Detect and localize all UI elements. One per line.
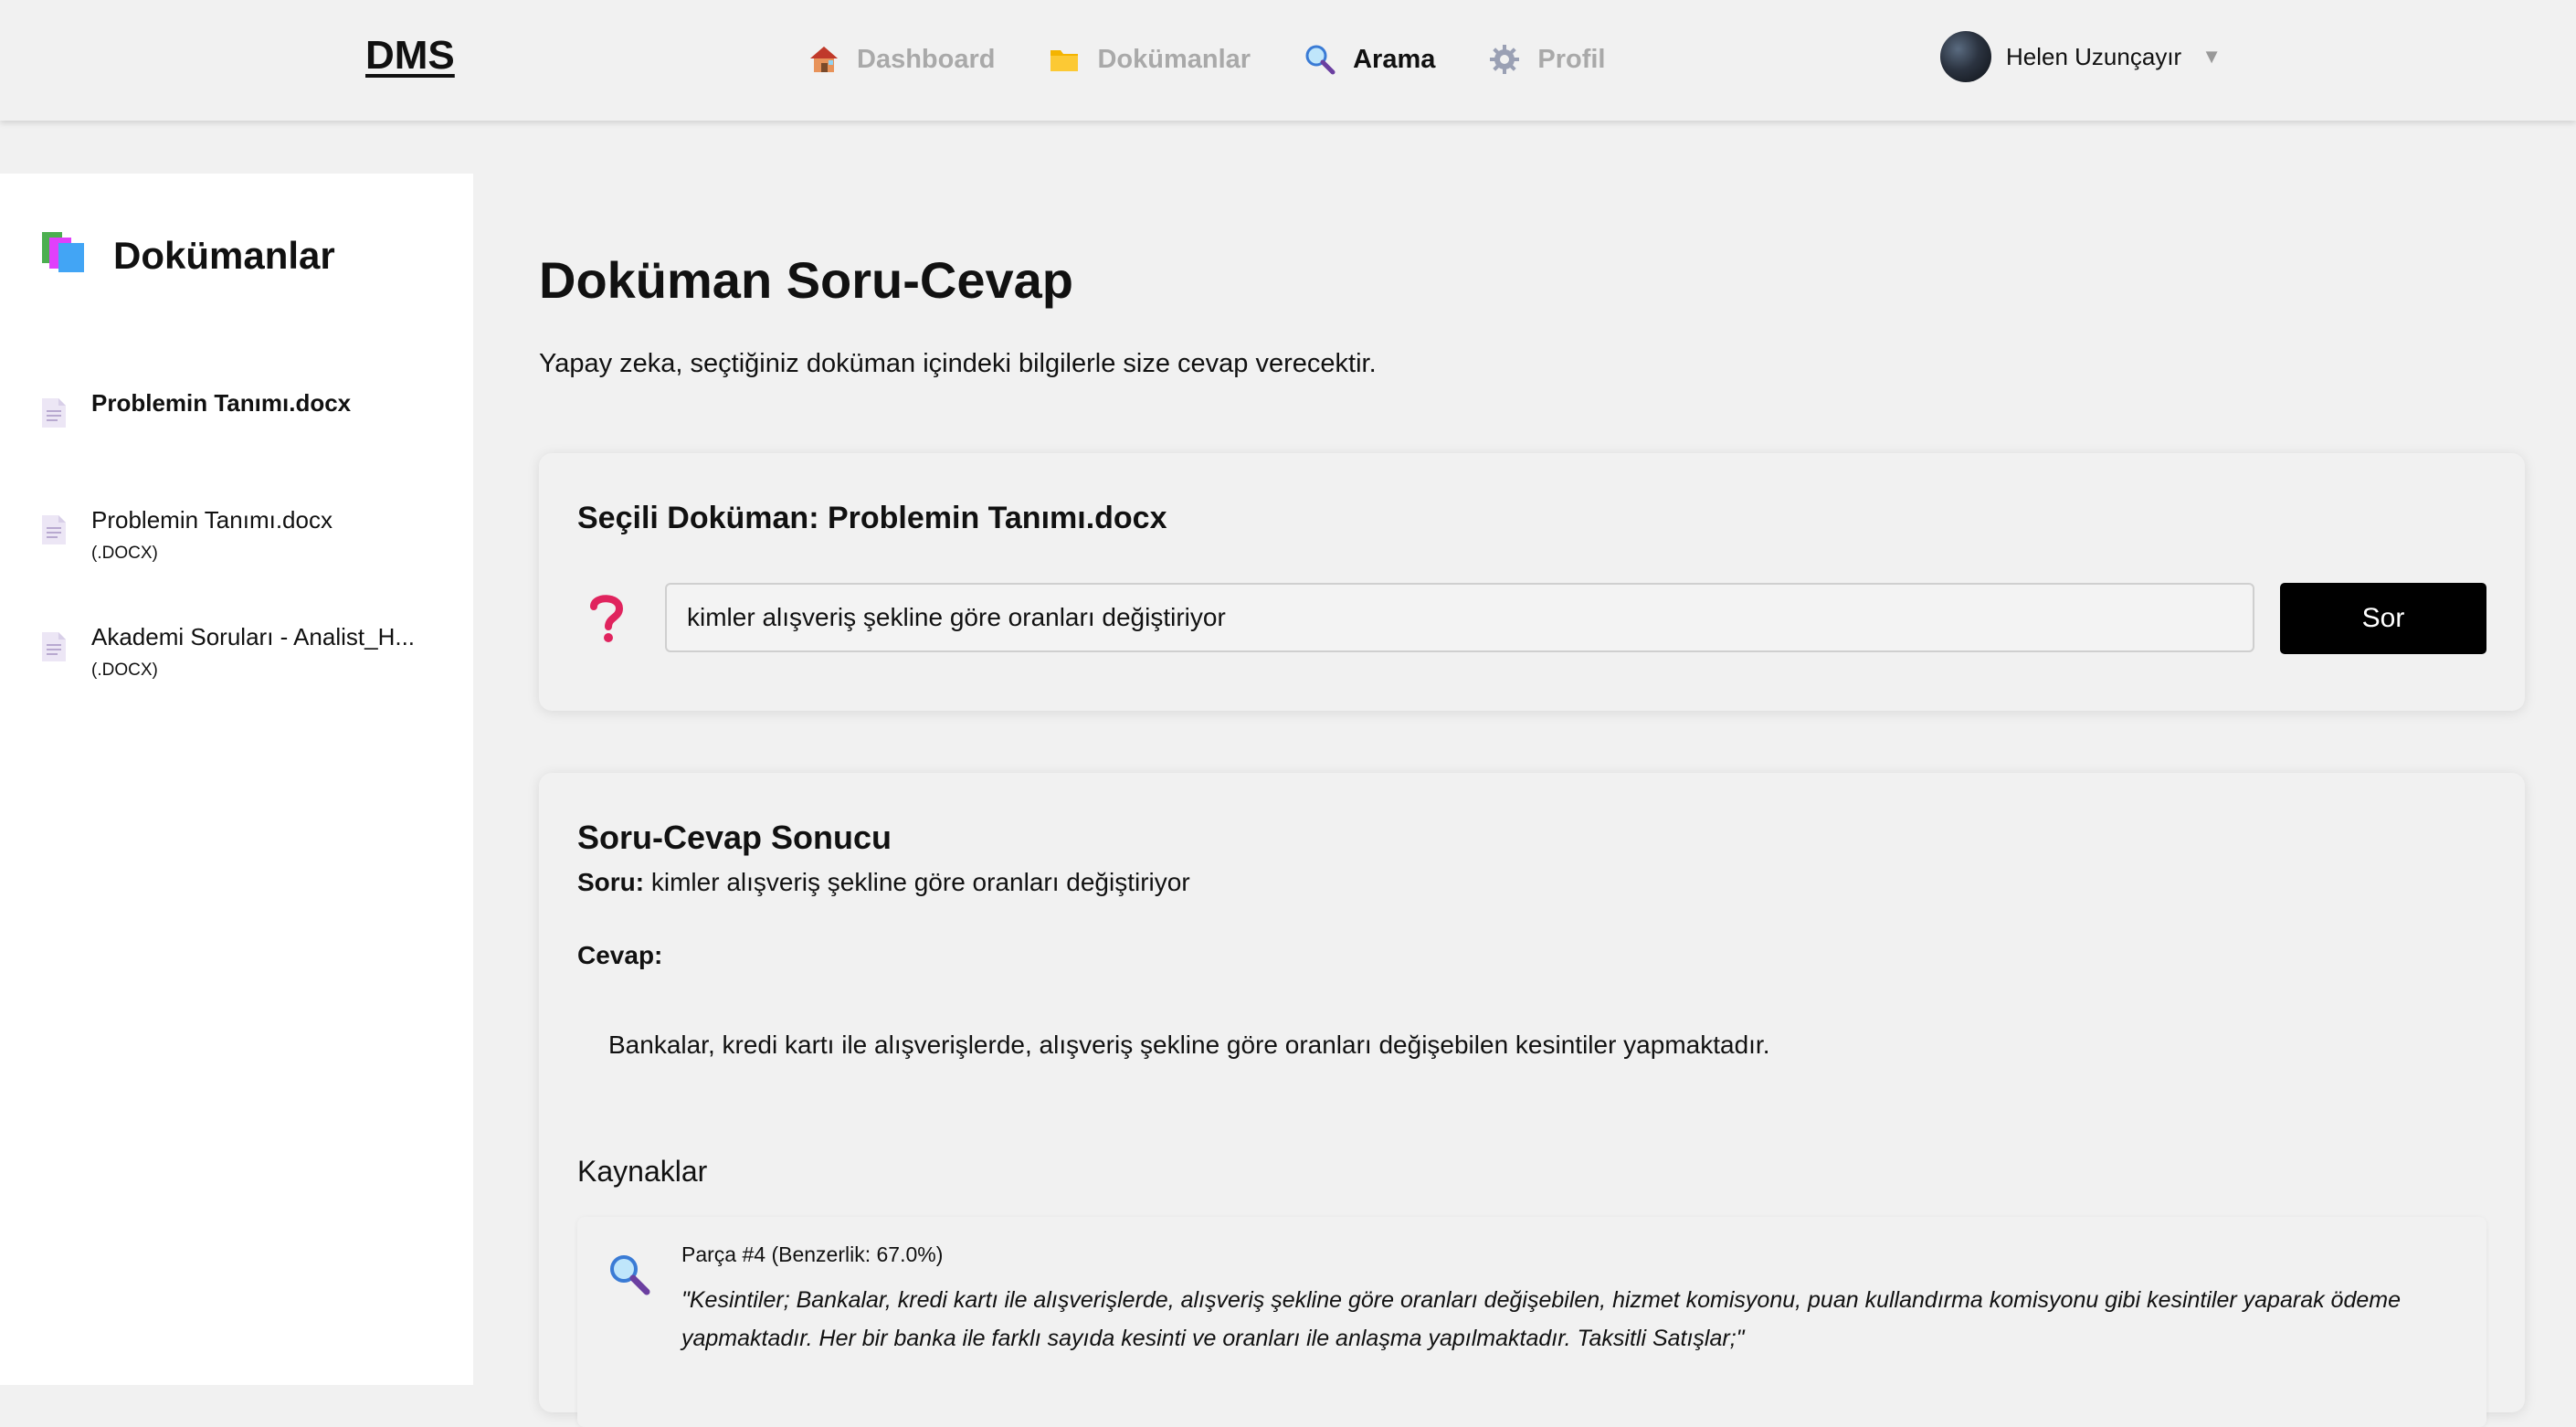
search-icon <box>608 1253 650 1295</box>
sidebar: Dokümanlar Problemin Tanımı.docx Problem… <box>0 174 473 1385</box>
result-title: Soru-Cevap Sonucu <box>577 819 892 856</box>
sidebar-doc-item[interactable]: Problemin Tanımı.docx <box>40 389 351 431</box>
gear-icon <box>1488 43 1521 76</box>
doc-text: Akademi Soruları - Analist_H... (.DOCX) <box>91 623 415 681</box>
folder-icon <box>1048 43 1081 76</box>
doc-name: Problemin Tanımı.docx <box>91 389 352 417</box>
result-question: Soru: kimler alışveriş şekline göre oran… <box>577 868 1190 897</box>
doc-name: Problemin Tanımı.docx <box>91 506 333 534</box>
sidebar-title: Dokümanlar <box>113 234 335 277</box>
user-menu[interactable]: Helen Uzunçayır ▼ <box>1940 31 2222 82</box>
doc-extension: (.DOCX) <box>91 661 158 680</box>
page-subtitle: Yapay zeka, seçtiğiniz doküman içindeki … <box>539 349 1377 378</box>
document-icon <box>40 513 69 548</box>
question-input[interactable] <box>665 583 2254 652</box>
main-nav: Dashboard Dokümanlar Arama Profil <box>808 37 1659 82</box>
logo[interactable]: DMS <box>365 33 455 79</box>
sidebar-doc-item[interactable]: Problemin Tanımı.docx (.DOCX) <box>40 506 333 564</box>
avatar <box>1940 31 1991 82</box>
answer-text: Bankalar, kredi kartı ile alışverişlerde… <box>608 1031 1770 1059</box>
answer-label: Cevap: <box>577 941 663 969</box>
sources-title: Kaynaklar <box>577 1155 708 1188</box>
sidebar-header: Dokümanlar <box>40 228 335 283</box>
books-icon <box>40 228 90 283</box>
document-icon <box>40 396 69 431</box>
doc-extension: (.DOCX) <box>91 544 158 563</box>
question-label: Soru: <box>577 868 645 896</box>
source-item: Parça #4 (Benzerlik: 67.0%) "Kesintiler;… <box>577 1217 2486 1427</box>
question-text: kimler alışveriş şekline göre oranları d… <box>650 868 1190 896</box>
nav-documents[interactable]: Dokümanlar <box>1048 37 1251 82</box>
query-card: Seçili Doküman: Problemin Tanımı.docx So… <box>539 453 2525 711</box>
document-icon <box>40 630 69 665</box>
top-navbar: DMS Dashboard Dokümanlar Arama Profil He… <box>0 0 2576 121</box>
nav-documents-label: Dokümanlar <box>1097 44 1251 74</box>
nav-profile[interactable]: Profil <box>1488 37 1606 82</box>
ask-button[interactable]: Sor <box>2280 583 2486 654</box>
question-mark-icon <box>586 592 627 643</box>
house-icon <box>808 43 840 76</box>
doc-name: Akademi Soruları - Analist_H... <box>91 623 416 650</box>
sidebar-doc-item[interactable]: Akademi Soruları - Analist_H... (.DOCX) <box>40 623 415 681</box>
selected-document-label: Seçili Doküman: Problemin Tanımı.docx <box>577 501 1167 535</box>
nav-dashboard-label: Dashboard <box>857 44 996 74</box>
doc-text: Problemin Tanımı.docx <box>91 389 351 418</box>
doc-text: Problemin Tanımı.docx (.DOCX) <box>91 506 333 564</box>
user-name: Helen Uzunçayır <box>2006 42 2182 70</box>
source-excerpt: "Kesintiler; Bankalar, kredi kartı ile a… <box>681 1287 2401 1351</box>
nav-search[interactable]: Arama <box>1304 37 1435 82</box>
result-card: Soru-Cevap Sonucu Soru: kimler alışveriş… <box>539 773 2525 1427</box>
nav-search-label: Arama <box>1353 44 1436 74</box>
nav-dashboard[interactable]: Dashboard <box>808 37 995 82</box>
search-icon <box>1304 43 1336 76</box>
nav-profile-label: Profil <box>1537 44 1606 74</box>
source-heading: Parça #4 (Benzerlik: 67.0%) <box>681 1242 944 1266</box>
page-title: Doküman Soru-Cevap <box>539 251 1073 309</box>
chevron-down-icon: ▼ <box>2201 45 2222 68</box>
